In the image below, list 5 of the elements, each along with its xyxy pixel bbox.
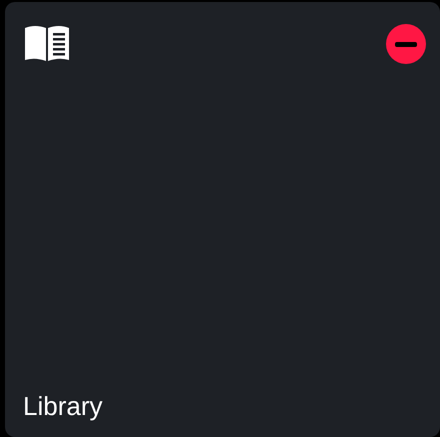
tile-card[interactable]: Library bbox=[5, 2, 440, 437]
book-icon bbox=[23, 24, 71, 62]
tile-label: Library bbox=[23, 393, 104, 419]
remove-button[interactable] bbox=[386, 24, 426, 64]
minus-icon bbox=[395, 42, 417, 46]
